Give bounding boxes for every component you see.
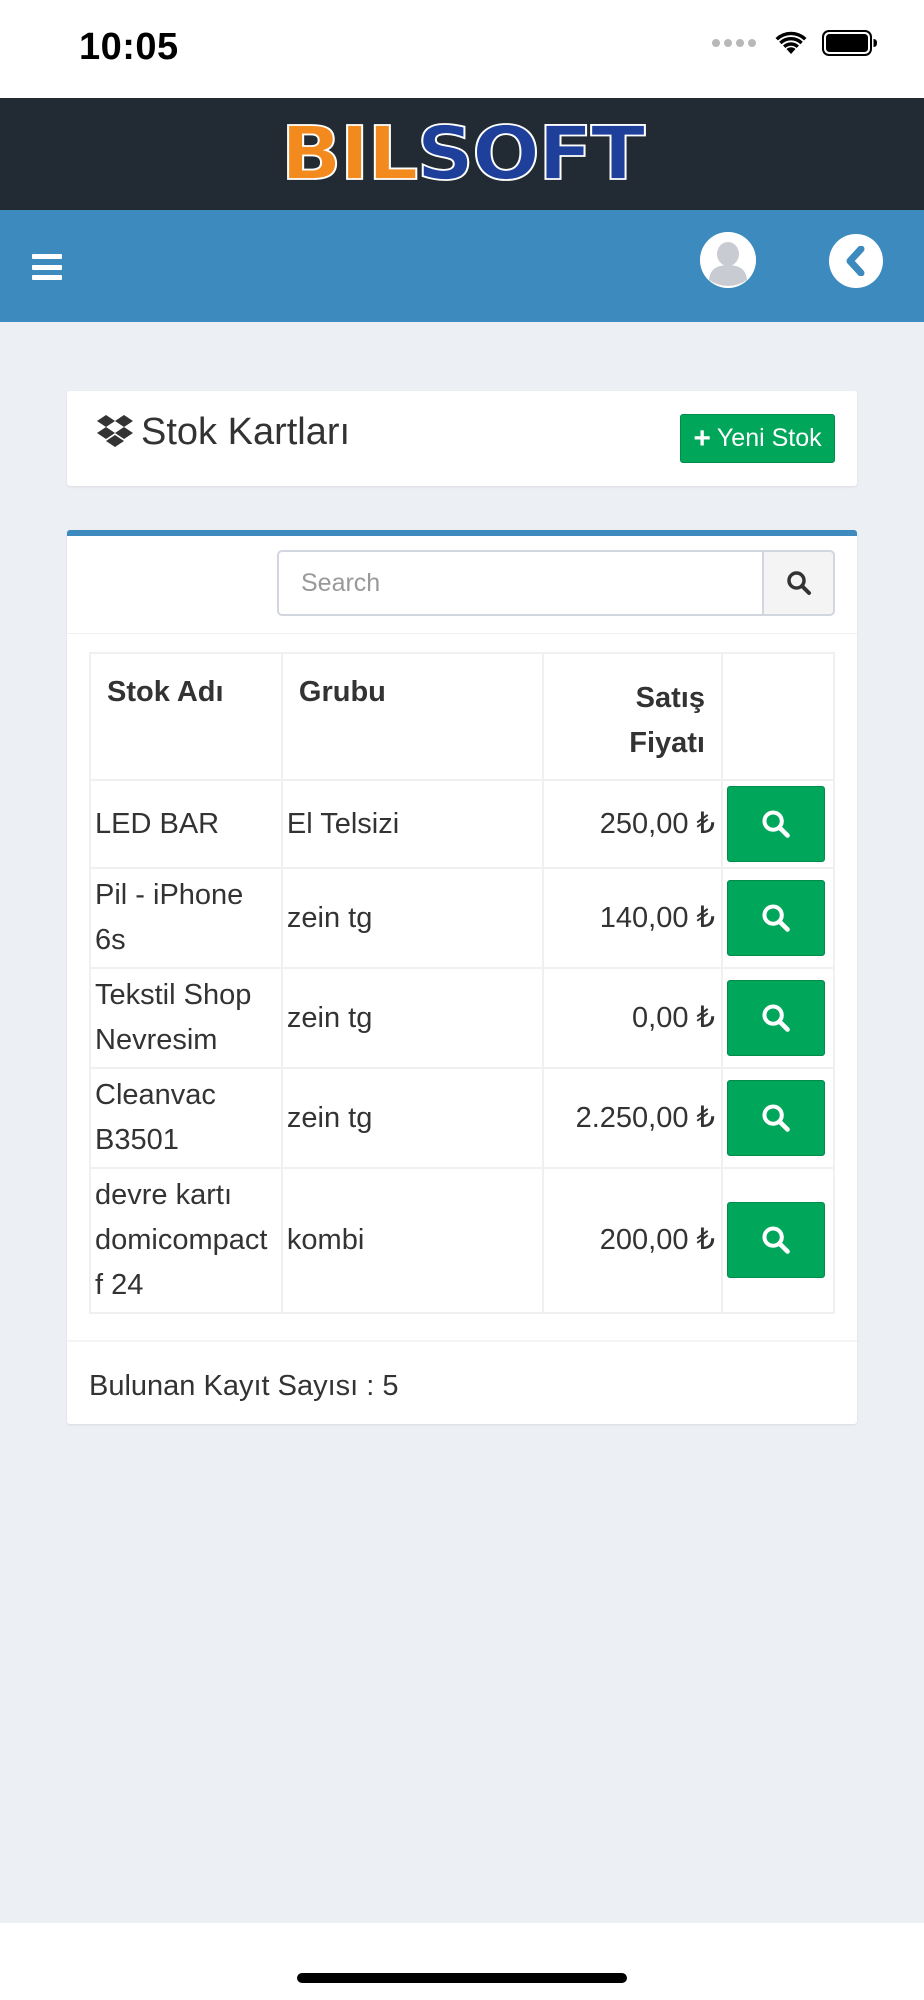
column-header-action: [721, 652, 835, 781]
plus-icon: +: [693, 421, 711, 455]
status-time: 10:05: [79, 26, 179, 68]
cell-action: [721, 1167, 835, 1314]
view-stock-button[interactable]: [727, 880, 825, 956]
search-icon: [762, 904, 790, 932]
cell-stock-name: devre kartı domicompact f 24: [89, 1167, 283, 1314]
table-row: Pil - iPhone 6s zein tg 140,00 ₺: [89, 867, 835, 969]
table-row: LED BAR El Telsizi 250,00 ₺: [89, 779, 835, 869]
status-bar: 10:05: [0, 0, 924, 98]
table-header-row: Stok Adı Grubu Satış Fiyatı: [89, 652, 835, 781]
record-count-text: Bulunan Kayıt Sayısı : 5: [89, 1370, 399, 1402]
view-stock-button[interactable]: [727, 1080, 825, 1156]
stock-table: Stok Adı Grubu Satış Fiyatı LED BAR El T…: [89, 652, 835, 1314]
cell-stock-name: LED BAR: [89, 779, 283, 869]
bottom-safe-area: [0, 1923, 924, 2000]
status-icons: [712, 30, 878, 56]
search-icon: [762, 1104, 790, 1132]
cell-stock-name: Cleanvac B3501: [89, 1067, 283, 1169]
search-icon: [762, 810, 790, 838]
record-count-footer: Bulunan Kayıt Sayısı : 5: [67, 1340, 857, 1430]
cell-price: 2.250,00 ₺: [541, 1067, 723, 1169]
table-row: Cleanvac B3501 zein tg 2.250,00 ₺: [89, 1067, 835, 1169]
cell-group: El Telsizi: [280, 779, 544, 869]
cell-price: 200,00 ₺: [541, 1167, 723, 1314]
dropbox-icon: [97, 415, 133, 447]
view-stock-button[interactable]: [727, 786, 825, 862]
back-button[interactable]: [829, 234, 883, 288]
cell-price: 0,00 ₺: [541, 967, 723, 1069]
search-input[interactable]: [277, 550, 763, 616]
user-avatar-icon: [700, 232, 756, 288]
cell-action: [721, 967, 835, 1069]
cell-group: zein tg: [280, 867, 544, 969]
cell-group: zein tg: [280, 967, 544, 1069]
home-indicator[interactable]: [297, 1973, 627, 1983]
search-button[interactable]: [762, 550, 835, 616]
stock-list-card: Stok Adı Grubu Satış Fiyatı LED BAR El T…: [67, 530, 857, 1424]
bilsoft-logo: BIL SOFT: [280, 110, 647, 197]
hamburger-icon[interactable]: [32, 254, 62, 280]
cell-price: 140,00 ₺: [541, 867, 723, 969]
chevron-left-icon: [846, 246, 865, 276]
battery-icon: [822, 30, 878, 56]
cell-stock-name: Tekstil Shop Nevresim: [89, 967, 283, 1069]
cellular-signal-icon: [712, 39, 756, 47]
price-header-line2: Fiyatı: [629, 726, 705, 759]
price-header-line1: Satış: [635, 682, 705, 714]
page-header-card: Stok Kartları + Yeni Stok: [67, 391, 857, 486]
avatar[interactable]: [700, 232, 756, 288]
cell-price: 250,00 ₺: [541, 779, 723, 869]
column-header-name: Stok Adı: [89, 652, 283, 781]
logo-bar: BIL SOFT: [0, 98, 924, 210]
cell-group: kombi: [280, 1167, 544, 1314]
logo-text-soft: SOFT: [415, 110, 646, 197]
cell-group: zein tg: [280, 1067, 544, 1169]
view-stock-button[interactable]: [727, 1202, 825, 1279]
cell-stock-name: Pil - iPhone 6s: [89, 867, 283, 969]
wifi-icon: [774, 30, 808, 56]
top-nav-bar: [0, 210, 924, 322]
search-icon: [762, 1226, 790, 1255]
search-icon: [762, 1004, 790, 1032]
new-stock-button[interactable]: + Yeni Stok: [680, 414, 835, 463]
logo-text-bil: BIL: [280, 110, 420, 197]
search-row: [67, 536, 857, 634]
column-header-price: Satış Fiyatı: [541, 652, 723, 781]
table-row: devre kartı domicompact f 24 kombi 200,0…: [89, 1167, 835, 1314]
page-title: Stok Kartları: [141, 411, 351, 453]
cell-action: [721, 867, 835, 969]
cell-action: [721, 1067, 835, 1169]
search-icon: [786, 571, 811, 595]
column-header-group: Grubu: [280, 652, 544, 781]
cell-action: [721, 779, 835, 869]
table-row: Tekstil Shop Nevresim zein tg 0,00 ₺: [89, 967, 835, 1069]
new-stock-label: Yeni Stok: [716, 424, 822, 452]
view-stock-button[interactable]: [727, 980, 825, 1056]
